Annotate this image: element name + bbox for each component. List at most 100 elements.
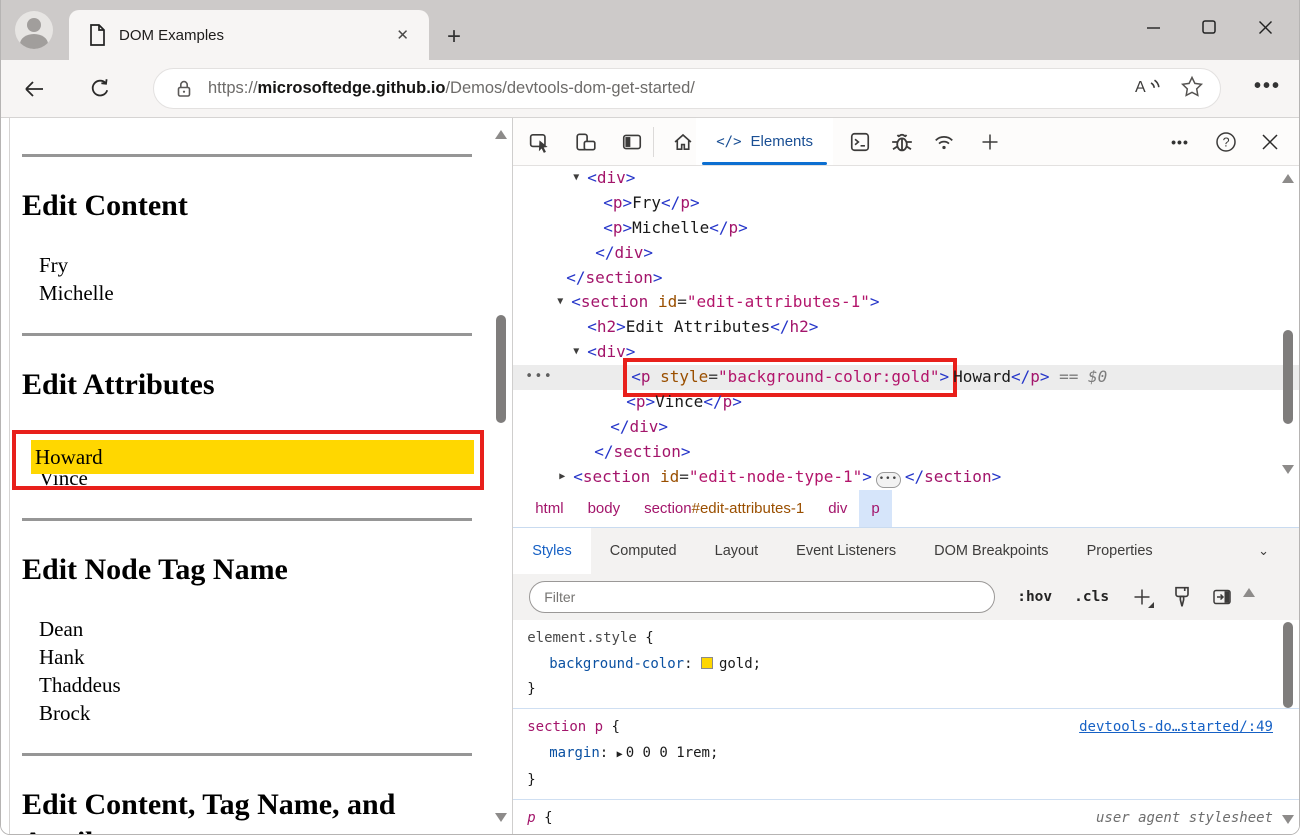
styles-filter-input[interactable] (529, 581, 995, 613)
code-token: </ (595, 243, 614, 262)
property-name: margin (549, 745, 600, 761)
dom-tree-row[interactable]: </div> (513, 241, 1299, 266)
expander-closed-icon[interactable]: ▶ (559, 465, 565, 490)
tree-scroll-down-arrow[interactable] (1282, 465, 1294, 474)
dom-row-code: <p>Vince</p> (513, 390, 742, 415)
color-swatch[interactable] (701, 657, 713, 669)
tab-elements[interactable]: </> Elements (696, 118, 833, 165)
dom-tree-row[interactable]: ▼<section id="edit-attributes-1"> (513, 290, 1299, 315)
close-window-button[interactable] (1237, 8, 1293, 46)
dom-tree-row[interactable]: </section> (513, 440, 1299, 465)
breadcrumb-item-div[interactable]: div (816, 490, 859, 527)
breadcrumb-item-html[interactable]: html (523, 490, 575, 527)
devtools-menu-button[interactable]: ••• (1167, 129, 1193, 155)
read-aloud-button[interactable]: A (1134, 75, 1162, 102)
stylesheet-source-link[interactable]: devtools-do…started/:49 (1079, 715, 1273, 740)
expander-open-icon[interactable]: ▼ (573, 340, 579, 365)
tab-properties[interactable]: Properties (1068, 528, 1172, 574)
styles-scrollbar-thumb[interactable] (1283, 622, 1293, 708)
dom-tree-row[interactable]: <p>Vince</p> (513, 390, 1299, 415)
breadcrumb-item-p[interactable]: p (859, 490, 891, 527)
styles-scroll-up-arrow[interactable] (1243, 588, 1255, 597)
dom-tree-row[interactable]: ▶<section id="edit-node-type-1">•••</sec… (513, 465, 1299, 490)
scroll-down-arrow[interactable] (495, 813, 507, 822)
new-style-rule-button[interactable] (1129, 584, 1155, 610)
code-token: p (1030, 367, 1040, 386)
back-button[interactable] (19, 74, 49, 104)
dock-side-button[interactable] (619, 129, 645, 155)
code-token: > (681, 442, 691, 461)
favorites-button[interactable] (1180, 75, 1204, 102)
code-token: p (613, 218, 623, 237)
network-conditions-button[interactable] (931, 129, 957, 155)
code-token: > (809, 317, 819, 336)
console-tool-button[interactable] (847, 129, 873, 155)
dom-row-code: <p>Fry</p> (513, 191, 699, 216)
address-bar[interactable]: https://microsoftedge.github.io/Demos/de… (153, 68, 1221, 109)
page-scrollbar[interactable] (494, 118, 510, 834)
new-tab-button[interactable]: + (439, 22, 469, 52)
maximize-button[interactable] (1181, 8, 1237, 46)
scrollbar-thumb[interactable] (496, 315, 506, 423)
expand-shorthand-icon[interactable]: ▶ (617, 749, 623, 760)
dom-tree-row[interactable]: <p>Fry</p> (513, 191, 1299, 216)
code-token: p (680, 193, 690, 212)
dom-tree-row[interactable]: ▼<div> (513, 166, 1299, 191)
toggle-hover-state-button[interactable]: :hov (1017, 589, 1052, 605)
profile-avatar[interactable] (15, 11, 53, 49)
styles-scrollbar-top[interactable] (1241, 574, 1261, 620)
issues-tool-button[interactable] (889, 129, 915, 155)
devtools-help-button[interactable]: ? (1213, 129, 1239, 155)
dom-tree-row[interactable]: </section> (513, 266, 1299, 291)
selector-token: element.style (527, 630, 637, 646)
styles-sidebar-tabs: StylesComputedLayoutEvent ListenersDOM B… (513, 528, 1299, 574)
toggle-class-button[interactable]: .cls (1074, 589, 1109, 605)
rule-selector-line: element.style { (527, 626, 1273, 651)
devtools-close-button[interactable] (1257, 129, 1283, 155)
breadcrumb-id: #edit-attributes-1 (692, 500, 805, 517)
home-tool-button[interactable] (670, 129, 696, 155)
breadcrumb-item-body[interactable]: body (576, 490, 633, 527)
paint-brush-icon (1171, 585, 1193, 609)
refresh-button[interactable] (85, 74, 115, 104)
page-heading: Edit Attributes (22, 366, 472, 404)
expander-open-icon[interactable]: ▼ (557, 290, 563, 315)
styles-scroll-down-arrow[interactable] (1282, 815, 1294, 824)
dom-tree-row[interactable]: •••<p style="background-color:gold">Howa… (513, 365, 1299, 390)
code-token: > (643, 243, 653, 262)
tab-layout[interactable]: Layout (696, 528, 778, 574)
home-icon (672, 131, 694, 153)
dom-tree-row[interactable]: <h2>Edit Attributes</h2> (513, 315, 1299, 340)
collapsed-node-ellipsis-button[interactable]: ••• (876, 472, 901, 488)
url-domain: microsoftedge.github.io (258, 79, 446, 97)
tab-dom-breakpoints[interactable]: DOM Breakpoints (915, 528, 1067, 574)
breadcrumb-item-section[interactable]: section#edit-attributes-1 (632, 490, 816, 527)
css-property-line[interactable]: margin: ▶0 0 0 1rem; (527, 740, 1273, 768)
tabs-overflow-chevron-icon[interactable]: ⌄ (1242, 528, 1285, 574)
tab-styles[interactable]: Styles (513, 528, 591, 574)
expander-open-icon[interactable]: ▼ (573, 166, 579, 191)
code-token: < (626, 392, 636, 411)
inspect-element-button[interactable] (527, 129, 553, 155)
tree-scrollbar-thumb[interactable] (1283, 330, 1293, 424)
property-colon: : (684, 656, 701, 672)
tab-computed[interactable]: Computed (591, 528, 696, 574)
url-path: /Demos/devtools-dom-get-started/ (445, 79, 694, 97)
more-dots-icon: ••• (1171, 134, 1189, 150)
browser-tab[interactable]: DOM Examples ✕ (69, 10, 429, 60)
open-in-sources-button[interactable] (1209, 584, 1235, 610)
css-property-line[interactable]: background-color: gold; (527, 651, 1273, 677)
tab-close-button[interactable]: ✕ (390, 24, 415, 46)
device-emulation-button[interactable] (573, 129, 599, 155)
styles-scrollbar[interactable] (1281, 620, 1297, 834)
dom-tree-row[interactable]: <p>Michelle</p> (513, 216, 1299, 241)
tab-event-listeners[interactable]: Event Listeners (777, 528, 915, 574)
dom-tree-row[interactable]: </div> (513, 415, 1299, 440)
add-tool-button[interactable] (977, 129, 1003, 155)
minimize-button[interactable] (1125, 8, 1181, 46)
tree-scroll-up-arrow[interactable] (1282, 174, 1294, 183)
scroll-up-arrow[interactable] (495, 130, 507, 139)
rendering-emulation-button[interactable] (1169, 584, 1195, 610)
browser-menu-button[interactable]: ••• (1254, 75, 1281, 98)
dom-tree-scrollbar[interactable] (1281, 166, 1297, 490)
